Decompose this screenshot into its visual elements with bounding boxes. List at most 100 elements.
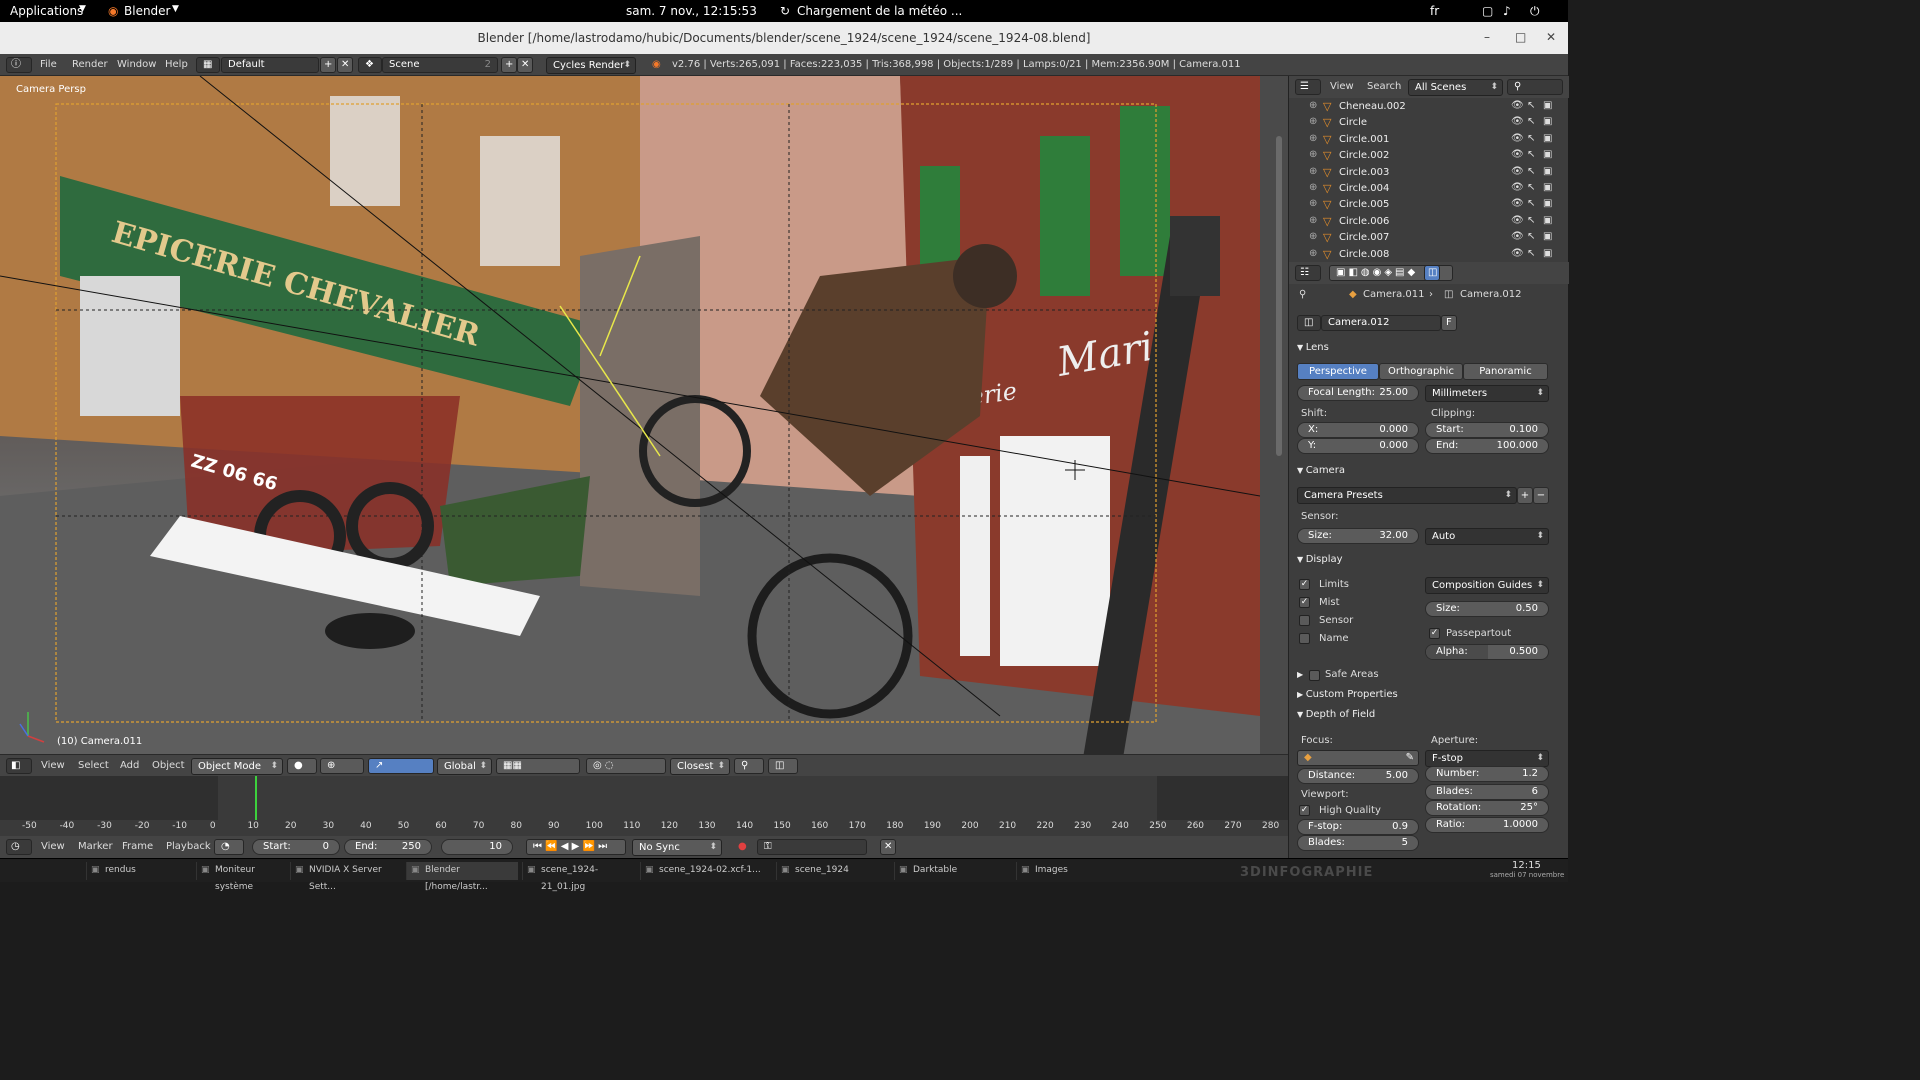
- mode-select[interactable]: Object Mode: [191, 758, 283, 775]
- menu-search[interactable]: Search: [1367, 81, 1401, 92]
- display-size-field[interactable]: Size: 0.50: [1425, 601, 1549, 617]
- render-icon[interactable]: ▣: [1543, 100, 1552, 111]
- outliner-item-name[interactable]: Circle.005: [1339, 199, 1389, 210]
- rotation-field[interactable]: Rotation: 25°: [1425, 800, 1549, 816]
- sensor-size-field[interactable]: Size: 32.00: [1297, 528, 1419, 544]
- lens-panel-header[interactable]: Lens: [1297, 342, 1329, 353]
- outliner-item-name[interactable]: Circle.002: [1339, 150, 1389, 161]
- visibility-icon[interactable]: 👁: [1511, 198, 1524, 209]
- pin-icon[interactable]: ⚲: [1299, 289, 1306, 300]
- name-checkbox[interactable]: [1299, 633, 1310, 644]
- dof-panel-header[interactable]: Depth of Field: [1297, 709, 1376, 720]
- applications-menu[interactable]: Applications: [10, 4, 83, 18]
- eyedropper-icon[interactable]: ✎: [1406, 751, 1414, 765]
- taskbar-item[interactable]: Darktable: [894, 862, 1012, 880]
- tool-shelf-strip[interactable]: [1260, 76, 1288, 754]
- camera-presets-select[interactable]: Camera Presets: [1297, 487, 1517, 504]
- expand-icon[interactable]: ⊕: [1309, 198, 1317, 209]
- remove-preset-button[interactable]: −: [1533, 487, 1549, 504]
- limits-checkbox[interactable]: ✓: [1299, 579, 1310, 590]
- taskbar-clock[interactable]: 12:15: [1512, 860, 1541, 871]
- render-engine-select[interactable]: Cycles Render: [546, 57, 636, 74]
- current-frame-marker[interactable]: [255, 776, 258, 820]
- scene-icon[interactable]: ❖: [358, 57, 382, 73]
- outliner-row[interactable]: ⊕ ▽ Circle.006 👁 ↖ ▣: [1289, 214, 1569, 230]
- expand-icon[interactable]: ⊕: [1309, 133, 1317, 144]
- taskbar-item[interactable]: scene_1924-21_01.jpg: [522, 862, 636, 892]
- record-icon[interactable]: ●: [738, 841, 747, 852]
- outliner-item-name[interactable]: Circle.007: [1339, 232, 1389, 243]
- sync-select[interactable]: No Sync: [632, 839, 722, 856]
- outliner-row[interactable]: ⊕ ▽ Circle.004 👁 ↖ ▣: [1289, 181, 1569, 197]
- render-icon[interactable]: ▣: [1543, 149, 1552, 160]
- visibility-icon[interactable]: 👁: [1511, 149, 1524, 160]
- maximize-button[interactable]: □: [1515, 30, 1526, 44]
- end-frame-field[interactable]: End: 250: [344, 839, 432, 855]
- outliner-row[interactable]: ⊕ ▽ Cheneau.002 👁 ↖ ▣: [1289, 99, 1569, 115]
- expand-icon[interactable]: ⊕: [1309, 215, 1317, 226]
- start-frame-field[interactable]: Start: 0: [252, 839, 340, 855]
- editor-type-icon[interactable]: ◧: [6, 758, 32, 774]
- menu-file[interactable]: File: [40, 59, 57, 70]
- render-icon[interactable]: ▣: [1543, 231, 1552, 242]
- viewport-fstop-field[interactable]: F-stop: 0.9: [1297, 819, 1419, 835]
- taskbar-item[interactable]: scene_1924: [776, 862, 892, 880]
- layout-icon[interactable]: ▦: [196, 57, 220, 73]
- sensor-fit-select[interactable]: Auto: [1425, 528, 1549, 545]
- select-icon[interactable]: ↖: [1527, 198, 1535, 209]
- menu-object[interactable]: Object: [152, 760, 185, 771]
- menu-add[interactable]: Add: [120, 760, 139, 771]
- outliner[interactable]: ☰ View Search All Scenes ⚲ ⊕ ▽ Cheneau.002…: [1288, 76, 1569, 263]
- current-frame-field[interactable]: 10: [441, 839, 513, 855]
- expand-icon[interactable]: ⊕: [1309, 116, 1317, 127]
- outliner-item-name[interactable]: Circle.008: [1339, 249, 1389, 260]
- orientation-select[interactable]: Global: [437, 758, 492, 775]
- render-icon[interactable]: ▣: [1543, 215, 1552, 226]
- render-icon[interactable]: ▣: [1543, 116, 1552, 127]
- visibility-icon[interactable]: 👁: [1511, 248, 1524, 259]
- viewport-scrollbar[interactable]: [1276, 136, 1282, 456]
- layers-grid[interactable]: ▦▦: [496, 758, 580, 774]
- expand-icon[interactable]: ⊕: [1309, 182, 1317, 193]
- outliner-item-name[interactable]: Circle.006: [1339, 216, 1389, 227]
- render-icon[interactable]: ▣: [1543, 166, 1552, 177]
- visibility-icon[interactable]: 👁: [1511, 100, 1524, 111]
- lens-unit-select[interactable]: Millimeters: [1425, 385, 1549, 402]
- taskbar-item[interactable]: scene_1924-02.xcf-1...: [640, 862, 774, 880]
- outliner-row[interactable]: ⊕ ▽ Circle.008 👁 ↖ ▣: [1289, 247, 1569, 263]
- outliner-item-name[interactable]: Circle.003: [1339, 167, 1389, 178]
- select-icon[interactable]: ↖: [1527, 100, 1535, 111]
- safe-areas-checkbox[interactable]: [1309, 670, 1320, 681]
- properties-editor[interactable]: ☷ ▣◧◍◉◈▤◆ ◫ ⚲ ◆ Camera.011 › ◫ Camera.01…: [1288, 262, 1569, 858]
- mist-checkbox[interactable]: ✓: [1299, 597, 1310, 608]
- add-scene-button[interactable]: +: [501, 57, 517, 73]
- sensor-checkbox[interactable]: [1299, 615, 1310, 626]
- expand-icon[interactable]: ⊕: [1309, 149, 1317, 160]
- volume-icon[interactable]: ♪: [1503, 4, 1511, 18]
- weather-status[interactable]: Chargement de la météo ...: [797, 4, 962, 18]
- shading-icon[interactable]: ●: [287, 758, 317, 774]
- taskbar-date[interactable]: samedi 07 novembre: [1490, 871, 1564, 879]
- taskbar-item[interactable]: NVIDIA X Server Sett...: [290, 862, 402, 892]
- datablock-icon[interactable]: ◫: [1297, 315, 1321, 331]
- manipulator-icon[interactable]: ↗: [368, 758, 434, 774]
- display-panel-header[interactable]: Display: [1297, 554, 1343, 565]
- visibility-icon[interactable]: 👁: [1511, 166, 1524, 177]
- custom-properties-panel-header[interactable]: Custom Properties: [1297, 689, 1398, 700]
- expand-icon[interactable]: ⊕: [1309, 100, 1317, 111]
- menu-view[interactable]: View: [1330, 81, 1354, 92]
- keying-set-field[interactable]: ⚿: [757, 839, 867, 855]
- refresh-icon[interactable]: ↻: [780, 4, 790, 18]
- preview-range-icon[interactable]: ◔: [214, 839, 244, 855]
- playback-controls[interactable]: ⏮ ⏪ ◀ ▶ ⏩ ⏭: [526, 839, 626, 855]
- timeline-editor-icon[interactable]: ◷: [6, 839, 32, 855]
- camera-data-tab-icon[interactable]: ◫: [1424, 265, 1440, 281]
- visibility-icon[interactable]: 👁: [1511, 182, 1524, 193]
- menu-frame[interactable]: Frame: [122, 841, 153, 852]
- timeline[interactable]: [0, 776, 1288, 836]
- pivot-icon[interactable]: ⊕: [320, 758, 364, 774]
- perspective-button[interactable]: Perspective: [1297, 363, 1379, 380]
- safe-areas-panel-header[interactable]: [1297, 669, 1303, 680]
- outliner-row[interactable]: ⊕ ▽ Circle.002 👁 ↖ ▣: [1289, 148, 1569, 164]
- display-mode-select[interactable]: All Scenes: [1408, 79, 1503, 96]
